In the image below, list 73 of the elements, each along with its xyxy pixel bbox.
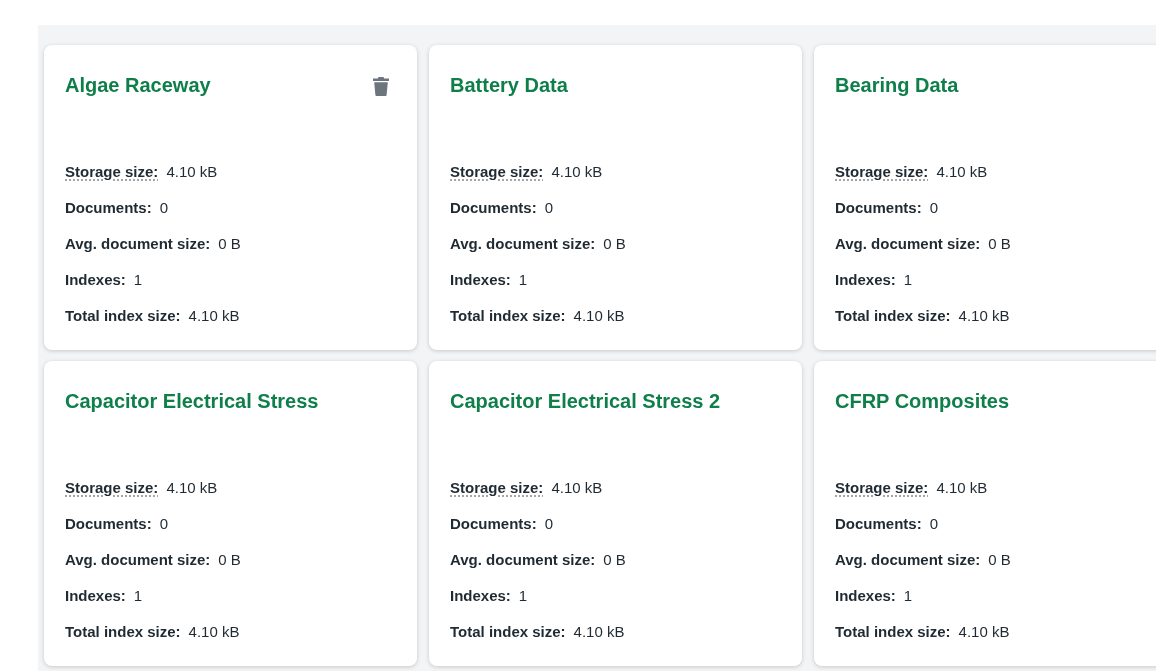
stat-value: 4.10 kB	[551, 478, 603, 498]
stat-value: 0 B	[988, 234, 1011, 254]
stat-value: 4.10 kB	[936, 162, 988, 182]
stat-value: 4.10 kB	[166, 162, 218, 182]
stat-label: Total index size:	[450, 306, 566, 326]
stat-value: 0 B	[603, 550, 626, 570]
stat-label[interactable]: Storage size:	[835, 161, 929, 183]
collection-card[interactable]: Capacitor Electrical Stress Storage size: 4.10 kB Documents: 0 Avg. document size: 0 B Indexes: 1 Total index size: 4.10 kB	[44, 361, 417, 666]
stat-value: 0	[159, 198, 169, 218]
stat-label: Indexes:	[450, 586, 511, 606]
stat-value: 4.10 kB	[188, 622, 240, 642]
stat-value: 4.10 kB	[958, 306, 1010, 326]
stat-value: 0	[929, 514, 939, 534]
stat-label[interactable]: Storage size:	[65, 161, 159, 183]
delete-icon[interactable]	[373, 77, 389, 96]
collection-card[interactable]: Bearing Data Storage size: 4.10 kB Documents: 0 Avg. document size: 0 B Indexes: 1 Total index size: 4.10 kB	[814, 45, 1156, 350]
stat-label: Avg. document size:	[65, 550, 211, 570]
collection-card[interactable]: CFRP Composites Storage size: 4.10 kB Documents: 0 Avg. document size: 0 B Indexes: 1 Total index size: 4.10 kB	[814, 361, 1156, 666]
stat-value: 4.10 kB	[551, 162, 603, 182]
stat-label: Total index size:	[65, 306, 181, 326]
stat-label: Avg. document size:	[450, 234, 596, 254]
collection-title[interactable]: Capacitor Electrical Stress	[65, 389, 319, 413]
stat-label: Documents:	[835, 514, 922, 534]
stat-value: 0	[544, 514, 554, 534]
stat-value: 4.10 kB	[188, 306, 240, 326]
stat-value: 4.10 kB	[958, 622, 1010, 642]
stat-label: Documents:	[450, 198, 537, 218]
stat-label: Avg. document size:	[835, 550, 981, 570]
stat-label[interactable]: Storage size:	[835, 477, 929, 499]
stat-label: Avg. document size:	[65, 234, 211, 254]
stat-value: 4.10 kB	[166, 478, 218, 498]
collection-title[interactable]: Capacitor Electrical Stress 2	[450, 389, 721, 413]
stat-value: 0 B	[988, 550, 1011, 570]
stat-label: Total index size:	[835, 622, 951, 642]
stat-value: 1	[903, 586, 913, 606]
collection-card[interactable]: Capacitor Electrical Stress 2 Storage size: 4.10 kB Documents: 0 Avg. document size: 0 B Indexes: 1 Total index size: 4.10 kB	[429, 361, 802, 666]
stat-label[interactable]: Storage size:	[450, 477, 544, 499]
stat-label: Total index size:	[65, 622, 181, 642]
stat-label[interactable]: Storage size:	[65, 477, 159, 499]
collection-title[interactable]: Bearing Data	[835, 73, 959, 97]
stat-label: Avg. document size:	[835, 234, 981, 254]
stat-value: 4.10 kB	[573, 622, 625, 642]
stat-value: 1	[518, 586, 528, 606]
stat-label: Avg. document size:	[450, 550, 596, 570]
stat-label: Indexes:	[65, 270, 126, 290]
stat-label: Indexes:	[65, 586, 126, 606]
stat-label: Documents:	[65, 198, 152, 218]
stat-value: 1	[133, 586, 143, 606]
collection-card[interactable]: Algae Raceway Storage size: 4.10 kB Documents: 0 Avg. document size: 0 B Indexes: 1 Total index size: 4.10 kB	[44, 45, 417, 350]
stat-value: 1	[903, 270, 913, 290]
stat-label[interactable]: Storage size:	[450, 161, 544, 183]
stat-value: 0 B	[218, 234, 241, 254]
stat-value: 0	[929, 198, 939, 218]
stat-label: Total index size:	[450, 622, 566, 642]
stat-value: 1	[518, 270, 528, 290]
collection-title[interactable]: CFRP Composites	[835, 389, 1010, 413]
stat-value: 4.10 kB	[936, 478, 988, 498]
stat-label: Indexes:	[450, 270, 511, 290]
stat-label: Documents:	[450, 514, 537, 534]
stat-label: Indexes:	[835, 270, 896, 290]
stat-label: Indexes:	[835, 586, 896, 606]
collection-card[interactable]: Battery Data Storage size: 4.10 kB Documents: 0 Avg. document size: 0 B Indexes: 1 Total index size: 4.10 kB	[429, 45, 802, 350]
stat-value: 1	[133, 270, 143, 290]
stat-value: 4.10 kB	[573, 306, 625, 326]
stat-value: 0 B	[603, 234, 626, 254]
collection-title[interactable]: Battery Data	[450, 73, 568, 97]
stat-value: 0	[544, 198, 554, 218]
stat-value: 0 B	[218, 550, 241, 570]
stat-label: Documents:	[65, 514, 152, 534]
collection-title[interactable]: Algae Raceway	[65, 73, 211, 97]
stat-value: 0	[159, 514, 169, 534]
stat-label: Total index size:	[835, 306, 951, 326]
stat-label: Documents:	[835, 198, 922, 218]
